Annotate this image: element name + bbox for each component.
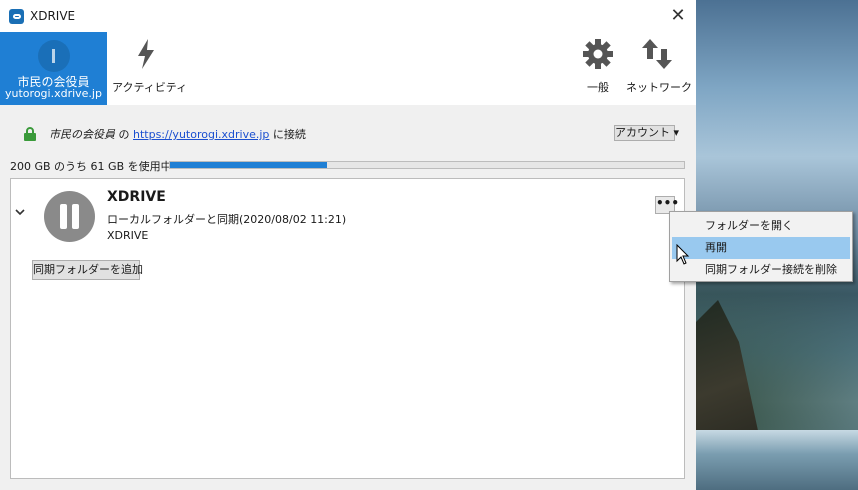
xdrive-window: XDRIVE ✕ 市民の会役員 yutorogi.xdrive.jp アクティビ… [0,0,696,490]
close-button[interactable]: ✕ [666,4,690,28]
lock-icon [24,127,36,141]
activity-label: アクティビティ [112,81,188,94]
add-sync-folder-button[interactable]: 同期フォルダーを追加 [32,260,143,280]
window-title: XDRIVE [30,9,76,23]
activity-button[interactable]: アクティビティ [112,32,188,105]
toolbar: 市民の会役員 yutorogi.xdrive.jp アクティビティ 一般 ネット… [0,32,696,105]
server-link[interactable]: https://yutorogi.xdrive.jp [133,128,269,141]
account-host: yutorogi.xdrive.jp [5,87,102,100]
network-arrows-icon [641,39,673,72]
status-connector: の [118,128,130,141]
network-button[interactable]: ネットワーク [626,32,692,105]
connection-status: 市民の会役員 の https://yutorogi.xdrive.jp に接続 [49,126,306,142]
sync-folder-path: XDRIVE [107,229,149,242]
menu-item-open-folder[interactable]: フォルダーを開く [672,215,850,237]
connection-status-row: 市民の会役員 の https://yutorogi.xdrive.jp に接続 … [0,105,696,155]
sync-folder-title: XDRIVE [107,189,166,205]
desktop-sea [690,430,858,490]
lightning-icon [136,39,156,72]
xdrive-app-icon [9,9,24,24]
account-dropdown-button[interactable]: アカウント ▾ [614,125,679,141]
storage-usage-text: 200 GB のうち 61 GB を使用中 [10,160,172,173]
general-label: 一般 [587,81,609,94]
desktop-cliff [690,300,760,440]
chevron-down-icon[interactable] [14,206,26,218]
context-menu: フォルダーを開く 再開 同期フォルダー接続を削除 [669,211,853,282]
storage-usage-fill [170,162,327,168]
status-account-name: 市民の会役員 [49,128,115,141]
account-tile[interactable]: 市民の会役員 yutorogi.xdrive.jp [0,32,107,105]
mouse-cursor-icon [676,243,690,266]
title-bar: XDRIVE ✕ [0,0,696,32]
menu-item-remove-connection[interactable]: 同期フォルダー接続を削除 [672,259,850,281]
network-label: ネットワーク [626,81,692,94]
storage-usage-bar [169,161,685,169]
storage-row: 200 GB のうち 61 GB を使用中 [0,155,696,177]
account-avatar [38,40,70,72]
status-suffix: に接続 [272,128,306,141]
general-button[interactable]: 一般 [576,32,620,105]
gear-icon [583,39,613,72]
menu-item-resume[interactable]: 再開 [672,237,850,259]
sync-status-text: ローカルフォルダーと同期(2020/08/02 11:21) [107,213,347,226]
pause-sync-icon[interactable] [44,191,95,242]
